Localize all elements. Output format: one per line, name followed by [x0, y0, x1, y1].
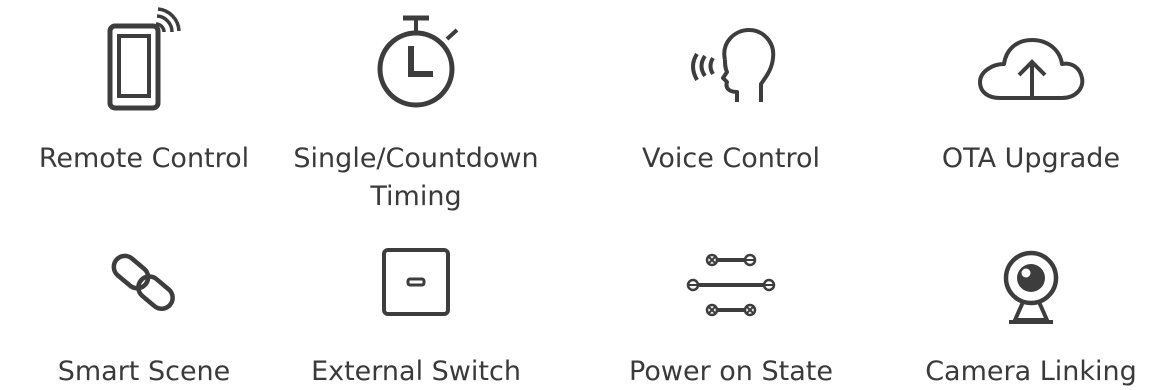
feature-voice-control: Voice Control	[587, 0, 875, 200]
stopwatch-icon	[371, 14, 461, 114]
feature-label: Smart Scene	[57, 356, 231, 387]
voice-head-icon	[683, 26, 779, 114]
feature-label: Voice Control	[641, 143, 821, 174]
feature-countdown-timing: Single/Countdown Timing	[272, 0, 560, 220]
feature-external-switch: External Switch	[272, 240, 560, 388]
feature-label: OTA Upgrade	[941, 143, 1121, 174]
link-chain-icon	[104, 250, 184, 320]
feature-remote-control: Remote Control	[0, 0, 288, 200]
feature-ota-upgrade: OTA Upgrade	[887, 0, 1153, 200]
feature-label-line2: Timing	[370, 181, 462, 212]
feature-label: External Switch	[311, 356, 521, 387]
cloud-upload-icon	[976, 38, 1086, 106]
feature-smart-scene: Smart Scene	[0, 240, 288, 388]
webcam-icon	[1001, 248, 1061, 330]
feature-label: Camera Linking	[925, 356, 1137, 387]
feature-power-on-state: Power on State	[587, 240, 875, 388]
feature-label: Power on State	[629, 356, 833, 387]
feature-camera-linking: Camera Linking	[887, 240, 1153, 388]
smartphone-signal-icon	[104, 7, 184, 114]
feature-label: Remote Control	[38, 143, 250, 174]
wall-switch-icon	[380, 247, 452, 321]
feature-label-line1: Single/Countdown	[293, 143, 539, 174]
power-state-sliders-icon	[681, 250, 781, 324]
